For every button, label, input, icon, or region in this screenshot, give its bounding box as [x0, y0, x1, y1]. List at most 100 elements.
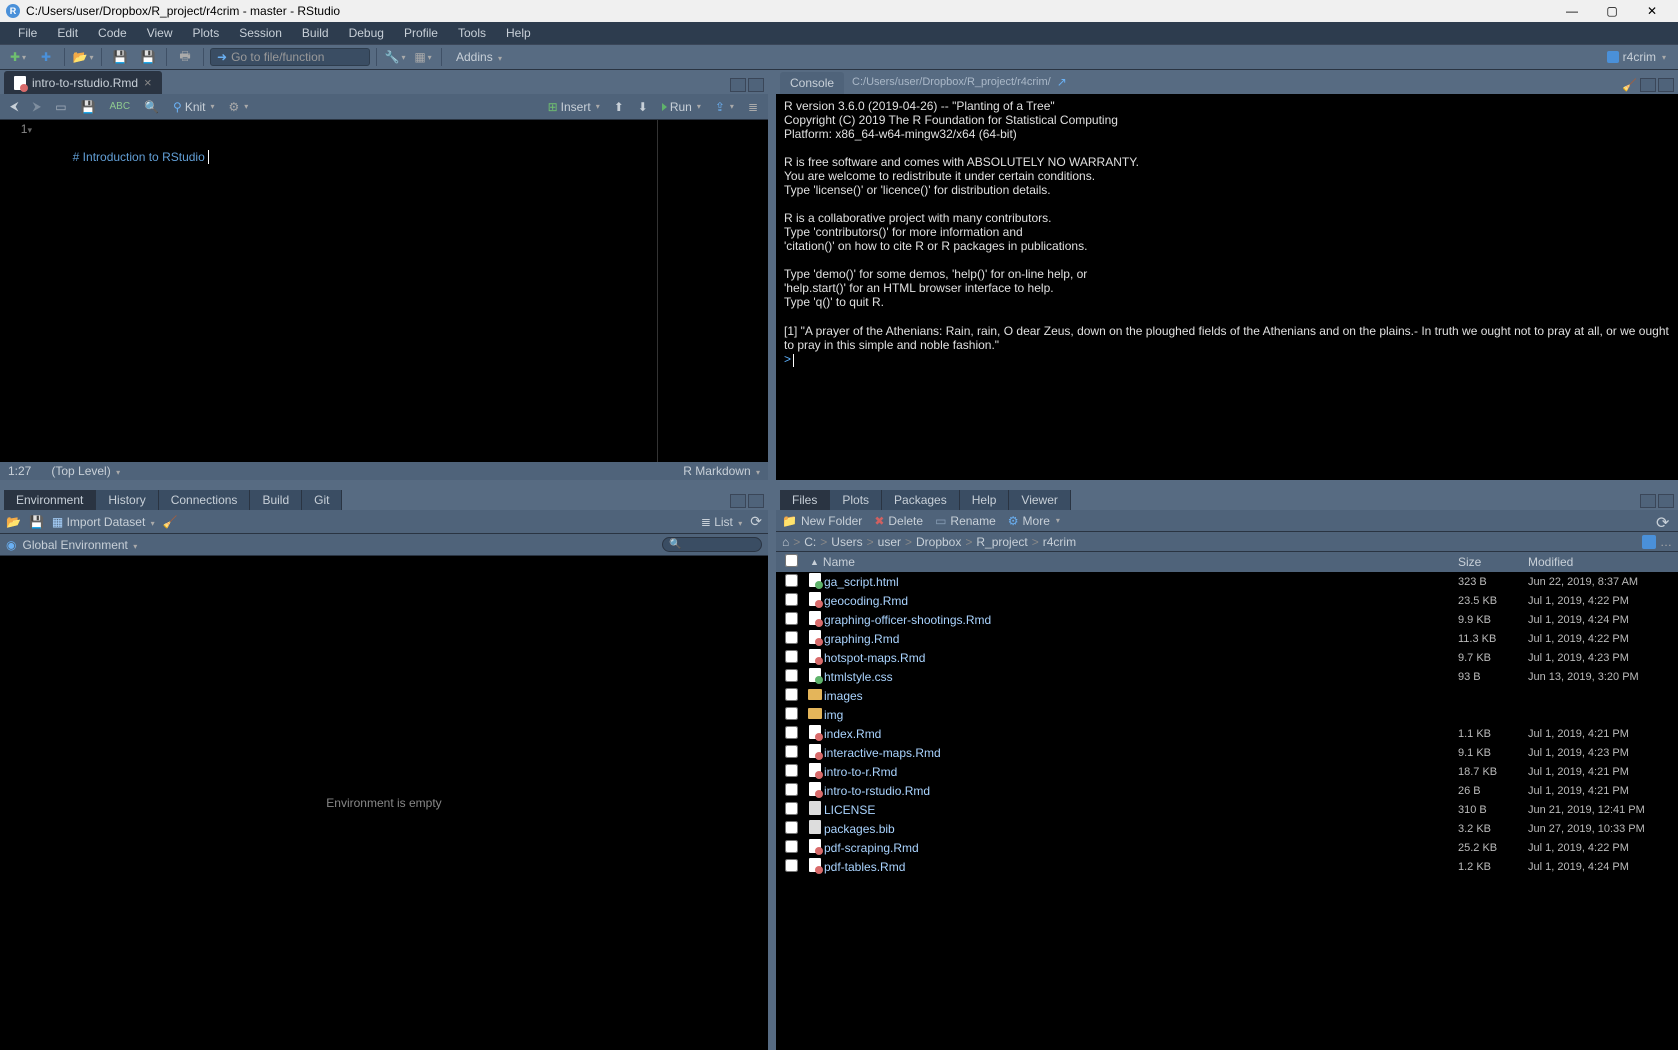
new-project-button[interactable]: ✚	[34, 47, 58, 67]
file-checkbox[interactable]	[785, 593, 798, 606]
crumb-users[interactable]: Users	[831, 535, 862, 549]
tab-help[interactable]: Help	[960, 490, 1010, 510]
menu-build[interactable]: Build	[292, 26, 339, 40]
go-prev-chunk-button[interactable]: ⬆	[610, 98, 628, 116]
horizontal-splitter-left[interactable]	[0, 480, 768, 488]
file-row[interactable]: graphing.Rmd 11.3 KB Jul 1, 2019, 4:22 P…	[776, 629, 1678, 648]
file-row[interactable]: ga_script.html 323 B Jun 22, 2019, 8:37 …	[776, 572, 1678, 591]
console-dir-popout-icon[interactable]: ↗	[1057, 75, 1067, 89]
file-row[interactable]: interactive-maps.Rmd 9.1 KB Jul 1, 2019,…	[776, 743, 1678, 762]
file-name[interactable]: packages.bib	[824, 822, 1458, 836]
clear-console-button[interactable]: 🧹	[1622, 78, 1638, 92]
file-checkbox[interactable]	[785, 688, 798, 701]
tab-build[interactable]: Build	[250, 490, 302, 510]
forward-button[interactable]: ⮞	[29, 97, 46, 116]
file-checkbox[interactable]	[785, 840, 798, 853]
project-menu[interactable]: r4crim▾	[1601, 48, 1672, 66]
file-name[interactable]: graphing-officer-shootings.Rmd	[824, 613, 1458, 627]
load-workspace-button[interactable]: 📂	[6, 515, 21, 529]
menu-file[interactable]: File	[8, 26, 47, 40]
crumb-c:[interactable]: C:	[804, 535, 816, 549]
menu-debug[interactable]: Debug	[339, 26, 394, 40]
file-row[interactable]: images	[776, 686, 1678, 705]
new-file-button[interactable]: ✚▾	[6, 47, 30, 67]
tab-environment[interactable]: Environment	[4, 490, 96, 510]
col-header-modified[interactable]: Modified	[1528, 555, 1678, 569]
file-row[interactable]: packages.bib 3.2 KB Jun 27, 2019, 10:33 …	[776, 819, 1678, 838]
file-name[interactable]: index.Rmd	[824, 727, 1458, 741]
code-editor[interactable]: 1▾ # Introduction to RStudio	[0, 120, 768, 462]
window-close-button[interactable]: ✕	[1632, 4, 1672, 18]
clear-workspace-button[interactable]: 🧹	[163, 515, 178, 529]
import-dataset-button[interactable]: ▦ Import Dataset ▾	[52, 515, 155, 529]
save-source-button[interactable]: 💾	[77, 98, 100, 116]
goto-file-function-input[interactable]: ➜Go to file/function	[210, 48, 370, 66]
delete-button[interactable]: ✖Delete	[874, 514, 923, 528]
tab-history[interactable]: History	[96, 490, 158, 510]
file-row[interactable]: img	[776, 705, 1678, 724]
outline-toggle-button[interactable]: ≣	[744, 98, 762, 116]
crumb-user[interactable]: user	[878, 535, 901, 549]
find-replace-button[interactable]: 🔍	[140, 98, 163, 116]
file-row[interactable]: htmlstyle.css 93 B Jun 13, 2019, 3:20 PM	[776, 667, 1678, 686]
knit-button[interactable]: ⚲Knit▾	[169, 98, 219, 116]
file-name[interactable]: interactive-maps.Rmd	[824, 746, 1458, 760]
env-scope-selector[interactable]: Global Environment ▾	[22, 538, 137, 552]
file-checkbox[interactable]	[785, 821, 798, 834]
file-name[interactable]: pdf-scraping.Rmd	[824, 841, 1458, 855]
file-row[interactable]: geocoding.Rmd 23.5 KB Jul 1, 2019, 4:22 …	[776, 591, 1678, 610]
pane-maximize-button[interactable]	[1658, 78, 1674, 92]
pane-maximize-button[interactable]	[1658, 494, 1674, 508]
file-name[interactable]: img	[824, 708, 1458, 722]
panes-button[interactable]: ▦▾	[411, 47, 435, 67]
menu-profile[interactable]: Profile	[394, 26, 448, 40]
back-button[interactable]: ⮜	[6, 97, 23, 116]
file-name[interactable]: hotspot-maps.Rmd	[824, 651, 1458, 665]
file-name[interactable]: intro-to-rstudio.Rmd	[824, 784, 1458, 798]
file-name[interactable]: pdf-tables.Rmd	[824, 860, 1458, 874]
file-row[interactable]: index.Rmd 1.1 KB Jul 1, 2019, 4:21 PM	[776, 724, 1678, 743]
col-header-size[interactable]: Size	[1458, 555, 1528, 569]
tab-files[interactable]: Files	[780, 490, 830, 510]
console-output[interactable]: R version 3.6.0 (2019-04-26) -- "Plantin…	[776, 94, 1678, 480]
file-checkbox[interactable]	[785, 745, 798, 758]
tab-viewer[interactable]: Viewer	[1009, 490, 1070, 510]
spellcheck-button[interactable]: ABC	[106, 99, 135, 114]
menu-plots[interactable]: Plots	[183, 26, 230, 40]
console-tab[interactable]: Console	[780, 72, 844, 94]
tab-packages[interactable]: Packages	[882, 490, 960, 510]
file-row[interactable]: pdf-tables.Rmd 1.2 KB Jul 1, 2019, 4:24 …	[776, 857, 1678, 876]
tab-connections[interactable]: Connections	[159, 490, 251, 510]
file-checkbox[interactable]	[785, 612, 798, 625]
go-next-chunk-button[interactable]: ⬇	[634, 98, 652, 116]
file-name[interactable]: images	[824, 689, 1458, 703]
file-row[interactable]: hotspot-maps.Rmd 9.7 KB Jul 1, 2019, 4:2…	[776, 648, 1678, 667]
more-menu[interactable]: ⚙More ▾	[1008, 514, 1060, 528]
pane-minimize-button[interactable]	[1640, 494, 1656, 508]
rename-button[interactable]: ▭Rename	[935, 514, 996, 528]
tab-git[interactable]: Git	[302, 490, 342, 510]
file-row[interactable]: LICENSE 310 B Jun 21, 2019, 12:41 PM	[776, 800, 1678, 819]
file-checkbox[interactable]	[785, 707, 798, 720]
file-name[interactable]: geocoding.Rmd	[824, 594, 1458, 608]
file-checkbox[interactable]	[785, 631, 798, 644]
file-checkbox[interactable]	[785, 574, 798, 587]
horizontal-splitter-right[interactable]	[776, 480, 1678, 488]
source-tab[interactable]: intro-to-rstudio.Rmd ×	[4, 71, 162, 94]
new-folder-button[interactable]: 📁New Folder	[782, 514, 862, 528]
save-all-button[interactable]: 💾	[136, 47, 160, 67]
menu-help[interactable]: Help	[496, 26, 541, 40]
menu-session[interactable]: Session	[229, 26, 292, 40]
file-checkbox[interactable]	[785, 783, 798, 796]
file-checkbox[interactable]	[785, 764, 798, 777]
refresh-env-button[interactable]: ⟳	[750, 513, 762, 530]
pane-minimize-button[interactable]	[730, 494, 746, 508]
pane-minimize-button[interactable]	[730, 78, 746, 92]
home-icon[interactable]: ⌂	[782, 535, 789, 549]
file-checkbox[interactable]	[785, 802, 798, 815]
window-maximize-button[interactable]: ▢	[1592, 4, 1632, 18]
scope-selector[interactable]: (Top Level) ▾	[51, 464, 120, 478]
crumb-dropbox[interactable]: Dropbox	[916, 535, 961, 549]
file-row[interactable]: intro-to-r.Rmd 18.7 KB Jul 1, 2019, 4:21…	[776, 762, 1678, 781]
run-button[interactable]: Run▾	[658, 98, 705, 116]
